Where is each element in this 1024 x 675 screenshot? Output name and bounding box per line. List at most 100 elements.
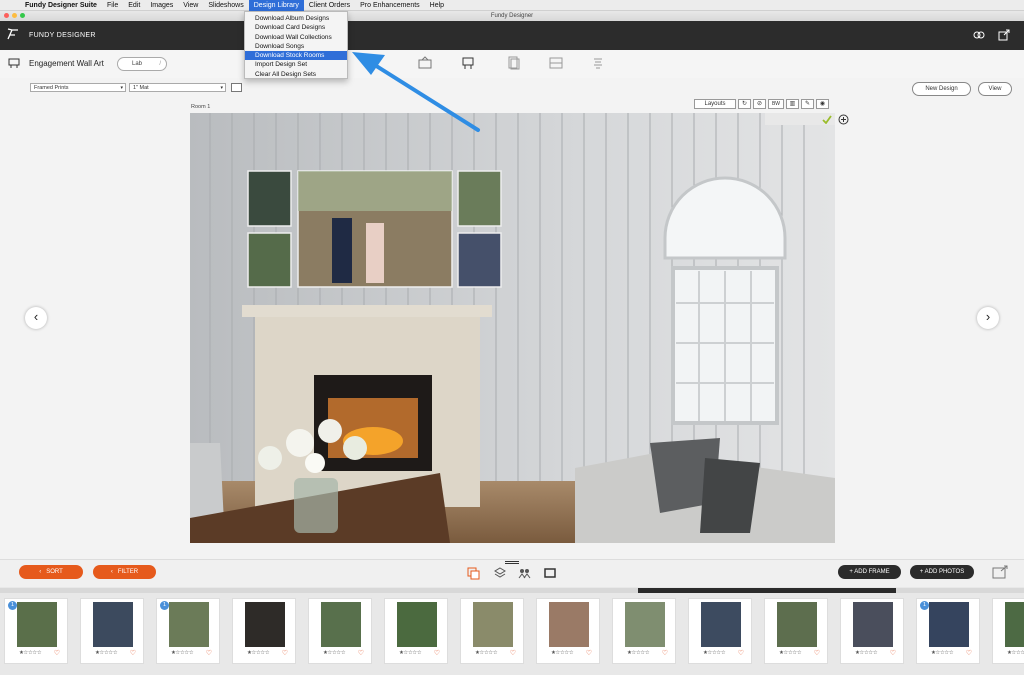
view-button[interactable]: View bbox=[978, 82, 1012, 96]
filmstrip-scrollbar[interactable] bbox=[0, 588, 1024, 593]
menu-item-download-album-designs[interactable]: Download Album Designs bbox=[245, 14, 347, 23]
star-rating[interactable]: ★☆☆☆☆ bbox=[95, 650, 118, 656]
thumbnail-item[interactable]: ★☆☆☆☆ ♡ bbox=[764, 598, 828, 664]
heart-icon[interactable]: ♡ bbox=[54, 649, 60, 657]
cards-product-icon[interactable] bbox=[505, 56, 521, 70]
menu-item-download-wall-collections[interactable]: Download Wall Collections bbox=[245, 33, 347, 42]
brush-icon[interactable]: ⊘ bbox=[753, 99, 766, 109]
export-icon[interactable] bbox=[998, 29, 1010, 41]
thumbnail-item[interactable]: ★☆☆☆☆ ♡ 1 bbox=[916, 598, 980, 664]
trash-icon[interactable]: ▥ bbox=[786, 99, 799, 109]
menu-edit[interactable]: Edit bbox=[123, 0, 145, 11]
people-tab-icon[interactable] bbox=[518, 567, 531, 579]
star-rating[interactable]: ★☆☆☆☆ bbox=[703, 650, 726, 656]
menu-item-download-songs[interactable]: Download Songs bbox=[245, 42, 347, 51]
thumbnail-item[interactable]: ★☆☆☆☆ ♡ 1 bbox=[4, 598, 68, 664]
star-rating[interactable]: ★☆☆☆☆ bbox=[19, 650, 42, 656]
star-rating[interactable]: ★☆☆☆☆ bbox=[551, 650, 574, 656]
heart-icon[interactable]: ♡ bbox=[738, 649, 744, 657]
thumbnail-item[interactable]: ★☆☆☆☆ ♡ bbox=[460, 598, 524, 664]
room-canvas[interactable] bbox=[190, 113, 835, 543]
menu-app-name[interactable]: Fundy Designer Suite bbox=[20, 0, 102, 11]
thumbnail-item[interactable]: ★☆☆☆☆ ♡ 1 bbox=[156, 598, 220, 664]
star-rating[interactable]: ★☆☆☆☆ bbox=[247, 650, 270, 656]
layers-tab-icon[interactable] bbox=[494, 567, 506, 579]
star-rating[interactable]: ★☆☆☆☆ bbox=[627, 650, 650, 656]
thumbnail-item[interactable]: ★☆☆☆☆ ♡ bbox=[80, 598, 144, 664]
close-window-button[interactable] bbox=[4, 13, 9, 18]
thumbnail-item[interactable]: ★☆☆☆☆ ♡ bbox=[536, 598, 600, 664]
share-icon[interactable] bbox=[973, 29, 985, 41]
wall-art-product-icon[interactable] bbox=[460, 56, 476, 70]
menu-view[interactable]: View bbox=[178, 0, 203, 11]
heart-icon[interactable]: ♡ bbox=[282, 649, 288, 657]
zoom-window-button[interactable] bbox=[20, 13, 25, 18]
star-rating[interactable]: ★☆☆☆☆ bbox=[475, 650, 498, 656]
layouts-button[interactable]: Layouts bbox=[694, 99, 736, 109]
scrollbar-thumb[interactable] bbox=[638, 588, 896, 593]
star-rating[interactable]: ★☆☆☆☆ bbox=[399, 650, 422, 656]
new-design-button[interactable]: New Design bbox=[912, 82, 971, 96]
thumbnail-item[interactable]: ★☆☆☆☆ ♡ bbox=[232, 598, 296, 664]
layout-product-icon[interactable] bbox=[548, 56, 564, 70]
minimize-window-button[interactable] bbox=[12, 13, 17, 18]
menu-images[interactable]: Images bbox=[145, 0, 178, 11]
wall-photo-2[interactable] bbox=[247, 232, 292, 288]
star-rating[interactable]: ★☆☆☆☆ bbox=[1007, 650, 1024, 656]
thumbnail-item[interactable]: ★☆☆☆☆ ♡ bbox=[612, 598, 676, 664]
thumbnail-item[interactable]: ★☆☆☆☆ ♡ bbox=[688, 598, 752, 664]
menu-item-import-design-set[interactable]: Import Design Set bbox=[245, 60, 347, 69]
heart-icon[interactable]: ♡ bbox=[510, 649, 516, 657]
sort-button[interactable]: ‹ SORT bbox=[19, 565, 83, 579]
refresh-icon[interactable]: ↻ bbox=[738, 99, 751, 109]
heart-icon[interactable]: ♡ bbox=[966, 649, 972, 657]
heart-icon[interactable]: ♡ bbox=[662, 649, 668, 657]
star-rating[interactable]: ★☆☆☆☆ bbox=[931, 650, 954, 656]
stack-product-icon[interactable] bbox=[590, 56, 606, 70]
heart-icon[interactable]: ♡ bbox=[358, 649, 364, 657]
filter-button[interactable]: ‹ FILTER bbox=[93, 565, 156, 579]
eye-icon[interactable]: ◉ bbox=[816, 99, 829, 109]
menu-item-download-card-designs[interactable]: Download Card Designs bbox=[245, 23, 347, 32]
lab-toggle[interactable]: Lab / bbox=[117, 57, 167, 71]
frame-tab-icon[interactable] bbox=[544, 567, 556, 579]
export-images-icon[interactable] bbox=[992, 565, 1008, 579]
edit-icon[interactable]: ✎ bbox=[801, 99, 814, 109]
menu-slideshows[interactable]: Slideshows bbox=[203, 0, 248, 11]
frame-type-select[interactable]: Framed Prints ▾ bbox=[30, 83, 126, 92]
heart-icon[interactable]: ♡ bbox=[586, 649, 592, 657]
heart-icon[interactable]: ♡ bbox=[814, 649, 820, 657]
heart-icon[interactable]: ♡ bbox=[130, 649, 136, 657]
menu-help[interactable]: Help bbox=[425, 0, 449, 11]
star-rating[interactable]: ★☆☆☆☆ bbox=[779, 650, 802, 656]
star-rating[interactable]: ★☆☆☆☆ bbox=[855, 650, 878, 656]
resize-handle[interactable] bbox=[505, 561, 519, 564]
menu-pro-enhancements[interactable]: Pro Enhancements bbox=[355, 0, 425, 11]
thumbnail-item[interactable]: ★☆☆☆☆ ♡ bbox=[384, 598, 448, 664]
checkmark-icon[interactable] bbox=[822, 115, 832, 124]
heart-icon[interactable]: ♡ bbox=[890, 649, 896, 657]
bw-button[interactable]: BW bbox=[768, 99, 784, 109]
thumbnail-item[interactable]: ★☆☆☆☆ ♡ bbox=[840, 598, 904, 664]
album-product-icon[interactable] bbox=[417, 56, 433, 70]
frame-preview-button[interactable] bbox=[231, 83, 242, 92]
menu-file[interactable]: File bbox=[102, 0, 123, 11]
wall-photo-1[interactable] bbox=[247, 170, 292, 227]
add-frame-button[interactable]: + ADD FRAME bbox=[838, 565, 901, 579]
add-circle-icon[interactable] bbox=[838, 114, 849, 125]
heart-icon[interactable]: ♡ bbox=[434, 649, 440, 657]
photos-tab-icon[interactable] bbox=[467, 567, 480, 580]
wall-photo-4[interactable] bbox=[457, 232, 502, 288]
star-rating[interactable]: ★☆☆☆☆ bbox=[323, 650, 346, 656]
thumbnail-item[interactable]: ★☆☆☆☆♡ bbox=[992, 598, 1024, 664]
menu-item-download-stock-rooms[interactable]: Download Stock Rooms bbox=[245, 51, 347, 61]
menu-design-library[interactable]: Design Library bbox=[248, 0, 304, 11]
next-room-arrow[interactable]: › bbox=[977, 307, 999, 329]
mat-select[interactable]: 1" Mat ▾ bbox=[129, 83, 226, 92]
menu-client-orders[interactable]: Client Orders bbox=[304, 0, 355, 11]
star-rating[interactable]: ★☆☆☆☆ bbox=[171, 650, 194, 656]
thumbnail-item[interactable]: ★☆☆☆☆ ♡ bbox=[308, 598, 372, 664]
wall-photo-3[interactable] bbox=[457, 170, 502, 227]
heart-icon[interactable]: ♡ bbox=[206, 649, 212, 657]
menu-item-clear-all-design-sets[interactable]: Clear All Design Sets bbox=[245, 70, 347, 79]
